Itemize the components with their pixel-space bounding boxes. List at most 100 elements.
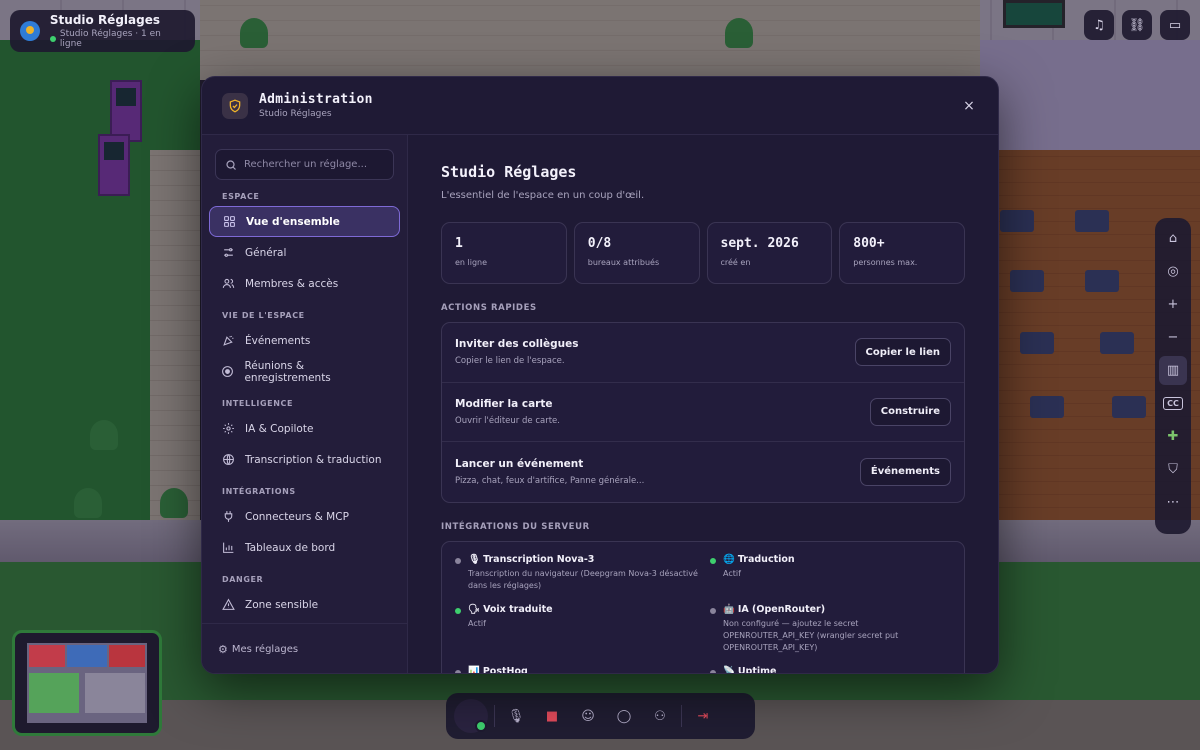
- zoom-out-button[interactable]: −: [1159, 323, 1187, 352]
- sidebar-item-label: Vue d'ensemble: [246, 215, 340, 228]
- globe-icon: 🌐: [723, 553, 735, 565]
- search-input[interactable]: [244, 159, 384, 170]
- sidebar-item-label: Connecteurs & MCP: [245, 510, 349, 523]
- sidebar-item-meetings[interactable]: Réunions & enregistrements: [209, 356, 400, 387]
- integration-item: 🎙 Transcription Nova-3 Transcription du n…: [455, 554, 710, 592]
- home-button[interactable]: ⌂: [1159, 224, 1187, 253]
- sidebar-item-label: Membres & accès: [245, 277, 339, 290]
- stat-card: sept. 2026 créé en: [706, 222, 833, 284]
- sidebar-item-label: Transcription & traduction: [245, 453, 382, 466]
- zoom-in-button[interactable]: +: [1159, 290, 1187, 319]
- music-button[interactable]: ♫: [1084, 10, 1114, 40]
- warning-icon: [221, 598, 235, 612]
- integration-item: 📡 Uptime: [710, 665, 951, 674]
- leave-button[interactable]: ⇥: [688, 701, 718, 731]
- music-icon: ♫: [1093, 17, 1105, 33]
- my-settings-label: Mes réglages: [231, 644, 299, 655]
- sidebar-item-label: Zone sensible: [245, 598, 319, 611]
- minimap[interactable]: [12, 630, 162, 736]
- stat-value: 0/8: [587, 236, 612, 251]
- camera-button[interactable]: ■: [537, 701, 567, 731]
- action-row: Inviter des collègues Copier le lien de …: [442, 323, 964, 383]
- status-dot: [710, 557, 716, 564]
- screen-share-button[interactable]: ▭: [1160, 10, 1190, 40]
- copy-link-button[interactable]: Copier le lien: [854, 338, 951, 367]
- sidebar-item-label: Réunions & enregistrements: [244, 359, 331, 384]
- integration-name: IA (OpenRouter): [737, 603, 826, 615]
- stat-label: en ligne: [455, 258, 488, 267]
- my-settings-link[interactable]: ⚙ Mes réglages: [202, 623, 407, 673]
- sidebar-item-members[interactable]: Membres & accès: [209, 268, 400, 299]
- integration-name: Transcription Nova-3: [483, 553, 595, 565]
- microphone-button[interactable]: 🎙: [501, 701, 531, 731]
- space-badge[interactable]: Studio Réglages Studio Réglages · 1 en l…: [10, 10, 195, 52]
- integration-item: 🤖 IA (OpenRouter) Non configuré — ajoutez…: [710, 604, 951, 654]
- gear-icon: [221, 422, 235, 436]
- status-dot: [455, 669, 461, 673]
- action-title: Modifier la carte: [455, 397, 553, 410]
- close-icon: ×: [963, 98, 975, 114]
- sidebar-item-dashboards[interactable]: Tableaux de bord: [209, 532, 400, 563]
- microphone-icon: 🎙: [507, 708, 525, 724]
- events-button[interactable]: Événements: [859, 457, 951, 486]
- integrations-heading: INTÉGRATIONS DU SERVEUR: [441, 521, 590, 532]
- modal-title: Administration: [259, 92, 373, 107]
- integration-status: Actif: [468, 618, 486, 628]
- stat-value: 800+: [853, 236, 885, 251]
- close-button[interactable]: ×: [958, 95, 980, 117]
- emoji-button[interactable]: ☺: [573, 701, 603, 731]
- search-box[interactable]: [215, 149, 394, 180]
- sidebar-item-transcription[interactable]: Transcription & traduction: [209, 444, 400, 475]
- action-row: Lancer un événement Pizza, chat, feux d'…: [442, 442, 964, 502]
- stat-value: 1: [455, 236, 463, 251]
- link-button[interactable]: ⛓: [1122, 10, 1152, 40]
- sidebar-item-ai[interactable]: IA & Copilote: [209, 413, 400, 444]
- avatar[interactable]: [454, 699, 488, 733]
- stats-row: 1 en ligne 0/8 bureaux attribués sept. 2…: [441, 222, 965, 284]
- captions-button[interactable]: CC: [1159, 389, 1187, 418]
- section-intelligence: INTELLIGENCE: [222, 399, 294, 408]
- settings-sidebar: ESPACE Vue d'ensemble Général Membres & …: [202, 135, 408, 673]
- map-icon: ▥: [1166, 363, 1180, 378]
- more-icon: ⋯: [1166, 495, 1180, 510]
- integration-item: 🌐 Traduction Actif: [710, 554, 951, 592]
- chart-icon: [221, 541, 235, 555]
- target-icon: ◎: [1167, 264, 1179, 279]
- admin-button[interactable]: ⛉: [1159, 455, 1187, 484]
- space-name: Studio Réglages: [49, 13, 160, 27]
- action-desc: Ouvrir l'éditeur de carte.: [455, 415, 560, 426]
- space-logo-icon: [20, 21, 40, 41]
- sliders-icon: [221, 246, 235, 260]
- integrations-grid: 🎙 Transcription Nova-3 Transcription du n…: [441, 540, 965, 674]
- stat-label: créé en: [720, 258, 751, 267]
- online-dot: [49, 36, 56, 42]
- people-button[interactable]: ⚇: [645, 701, 675, 731]
- sidebar-item-danger-zone[interactable]: Zone sensible: [209, 589, 400, 620]
- more-button[interactable]: ⋯: [1159, 488, 1187, 517]
- build-button[interactable]: Construire: [869, 397, 951, 426]
- users-icon: [221, 277, 235, 291]
- integration-name: Uptime: [737, 665, 777, 674]
- stat-card: 800+ personnes max.: [839, 222, 965, 284]
- sidebar-item-overview[interactable]: Vue d'ensemble: [209, 206, 400, 237]
- sidebar-item-events[interactable]: Événements: [209, 325, 400, 356]
- home-icon: ⌂: [1168, 231, 1178, 246]
- integration-name: Traduction: [737, 553, 795, 565]
- sidebar-item-general[interactable]: Général: [209, 237, 400, 268]
- chat-button[interactable]: ◯: [609, 701, 639, 731]
- party-icon: [221, 334, 235, 348]
- sidebar-item-label: Général: [245, 246, 287, 259]
- globe-icon: [221, 453, 235, 467]
- extensions-button[interactable]: ✚: [1159, 422, 1187, 451]
- link-icon: ⛓: [1128, 17, 1146, 33]
- locate-button[interactable]: ◎: [1159, 257, 1187, 286]
- sidebar-item-label: Événements: [245, 334, 311, 347]
- space-subtitle: Studio Réglages · 1 en ligne: [59, 29, 161, 49]
- map-button[interactable]: ▥: [1159, 356, 1187, 385]
- minus-icon: −: [1167, 330, 1179, 345]
- sidebar-item-connectors[interactable]: Connecteurs & MCP: [209, 501, 400, 532]
- page-title: Studio Réglages: [441, 163, 577, 181]
- people-icon: ⚇: [654, 708, 666, 724]
- stat-card: 0/8 bureaux attribués: [573, 222, 700, 284]
- admin-modal: Administration Studio Réglages × ESPACE …: [201, 76, 999, 674]
